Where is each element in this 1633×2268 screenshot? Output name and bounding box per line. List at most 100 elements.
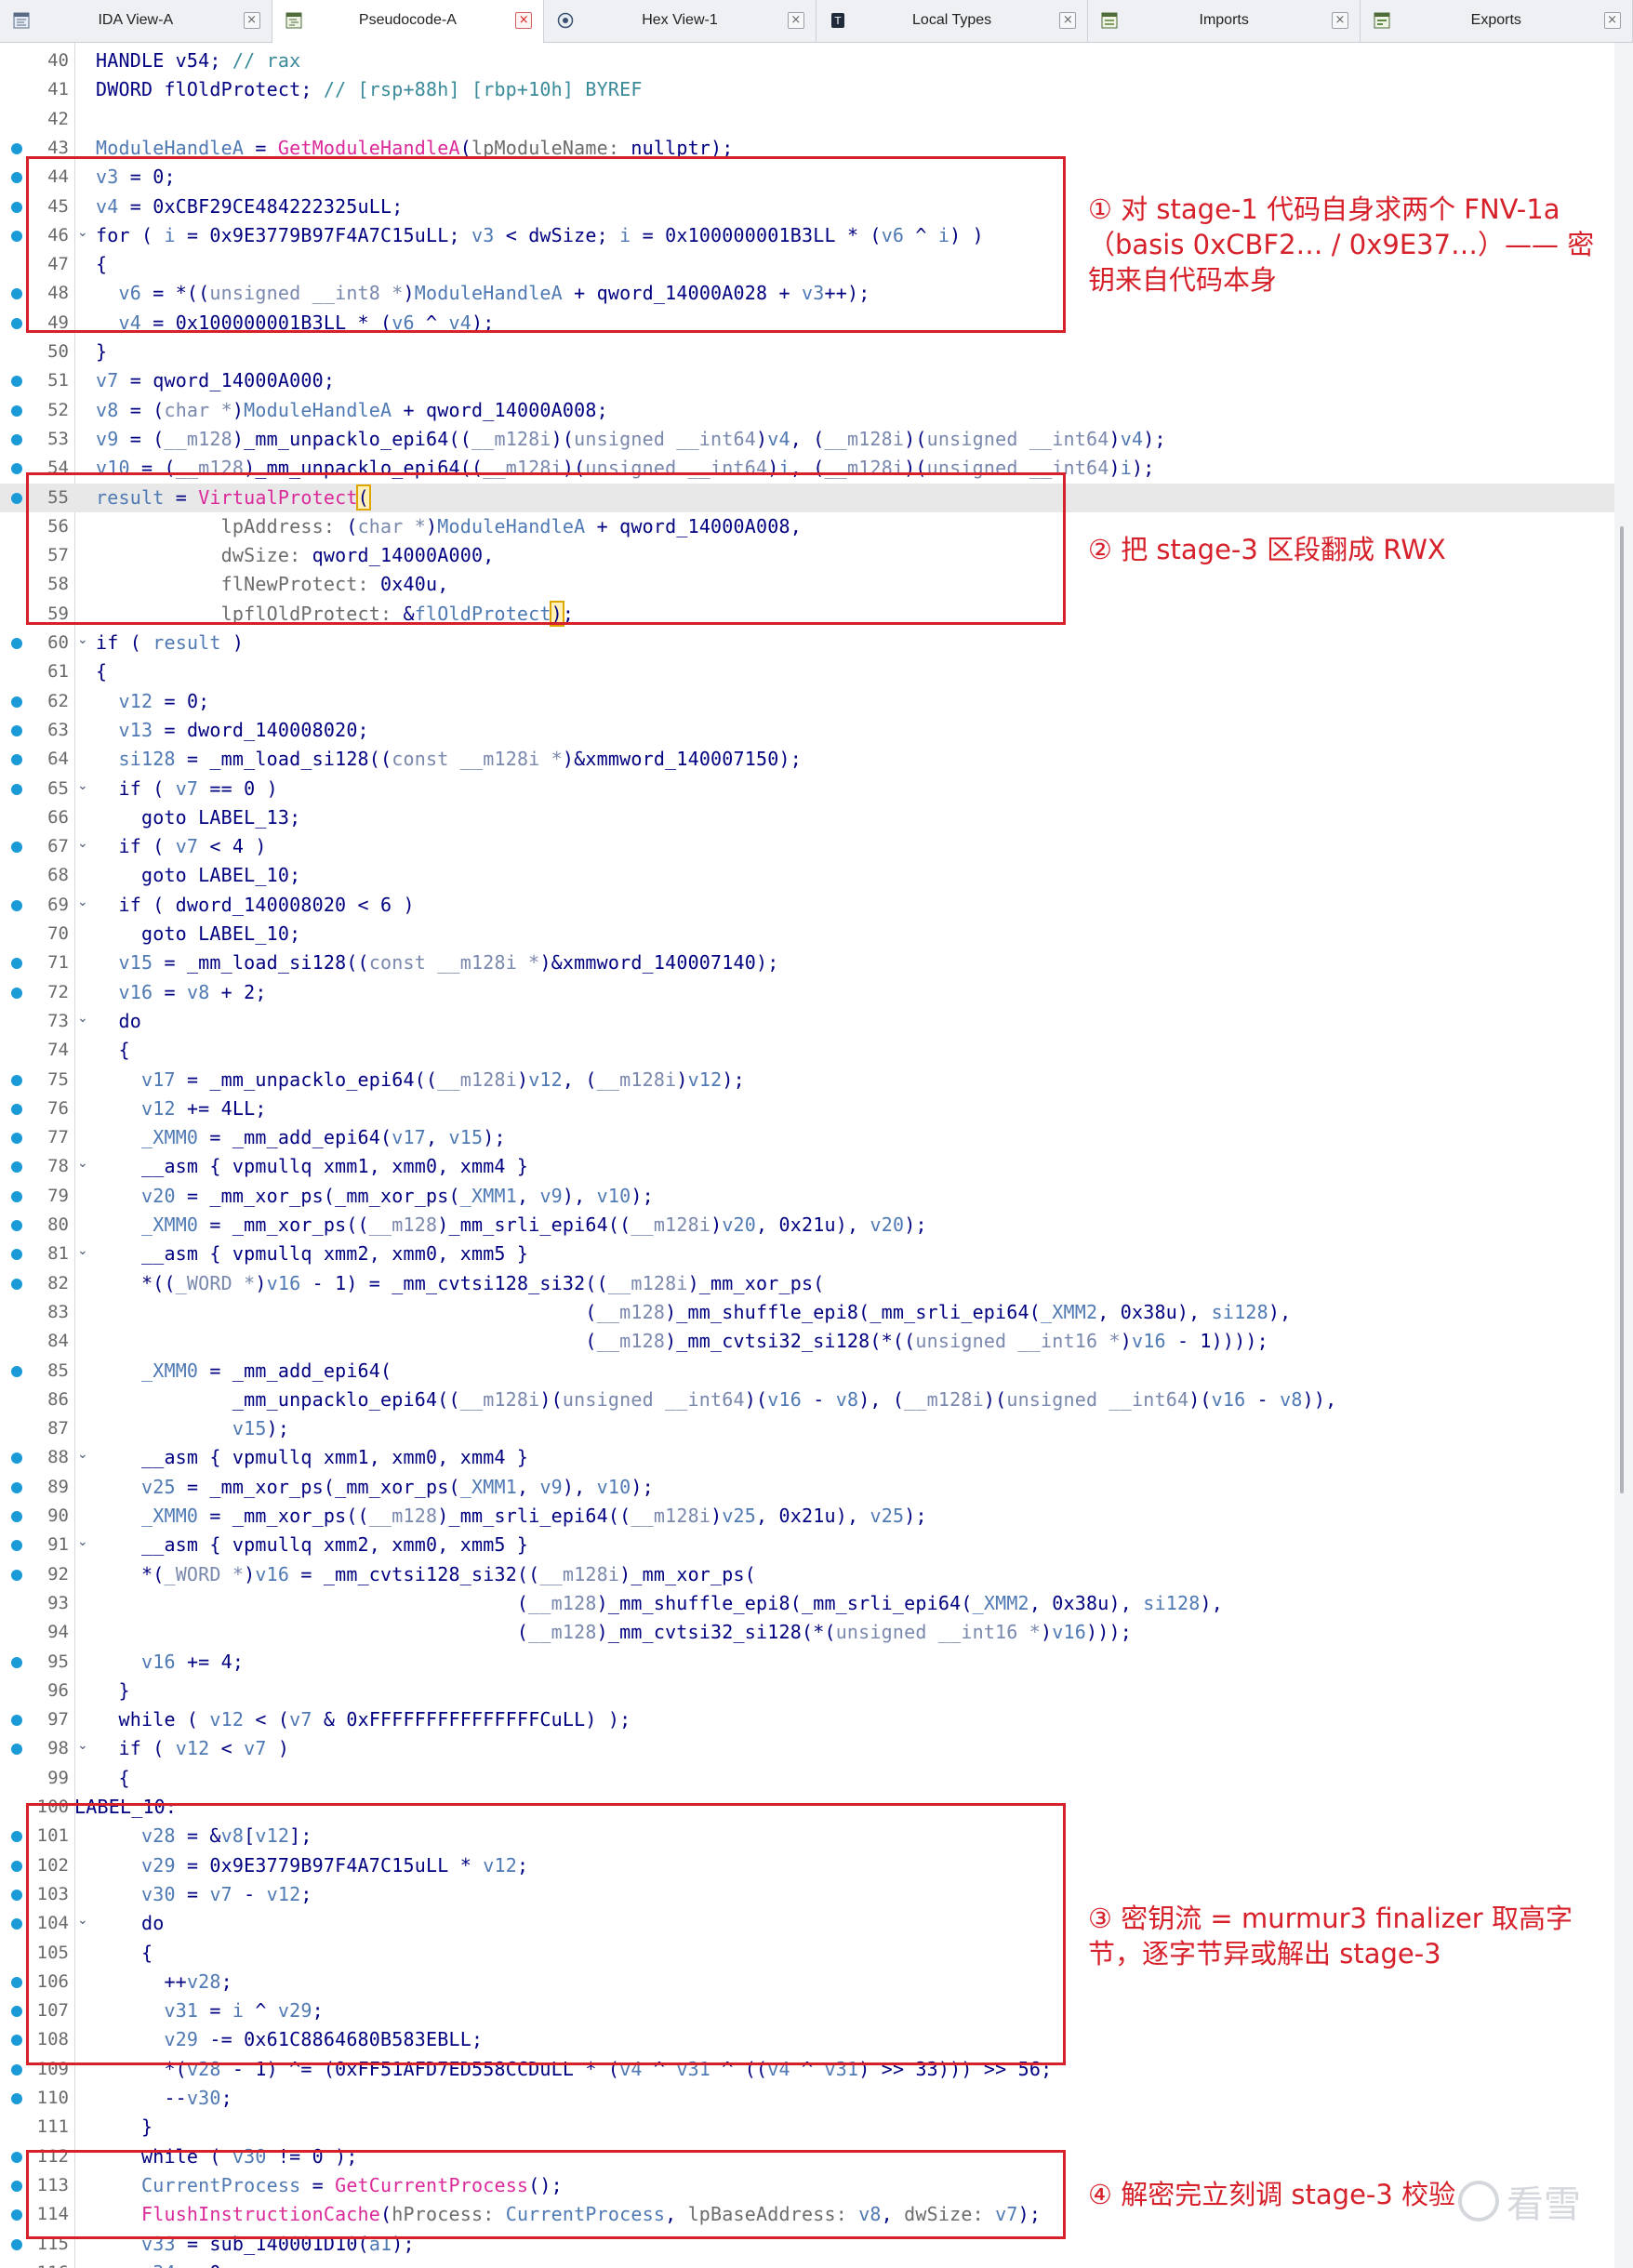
tab-pseudocode-a[interactable]: Pseudocode-A × bbox=[272, 0, 545, 43]
code-text[interactable]: v16 += 4; bbox=[96, 1651, 244, 1673]
code-line[interactable]: 61 { bbox=[0, 657, 1614, 686]
breakpoint-dot-icon[interactable] bbox=[11, 1918, 22, 1930]
breakpoint-dot-icon[interactable] bbox=[11, 1278, 22, 1290]
code-line[interactable]: 51 v7 = qword_14000A000; bbox=[0, 366, 1614, 395]
breakpoint-dot-icon[interactable] bbox=[11, 783, 22, 795]
breakpoint-dot-icon[interactable] bbox=[11, 1744, 22, 1756]
code-line[interactable]: 52 v8 = (char *)ModuleHandleA + qword_140… bbox=[0, 396, 1614, 425]
code-line[interactable]: 69 ⌄ if ( dword_140008020 < 6 ) bbox=[0, 891, 1614, 920]
code-text[interactable]: if ( v7 == 0 ) bbox=[96, 777, 278, 800]
breakpoint-dot-icon[interactable] bbox=[11, 899, 22, 911]
breakpoint-dot-icon[interactable] bbox=[11, 2209, 22, 2222]
code-text[interactable]: { bbox=[96, 1039, 130, 1061]
code-line[interactable]: 41 DWORD flOldProtect; // [rsp+88h] [rbp+… bbox=[0, 75, 1614, 104]
code-text[interactable]: v25 = _mm_xor_ps(_mm_xor_ps(_XMM1, v9), … bbox=[96, 1476, 654, 1498]
breakpoint-dot-icon[interactable] bbox=[11, 1889, 22, 1901]
code-line[interactable]: 62 v12 = 0; bbox=[0, 687, 1614, 716]
tab-local-types[interactable]: T Local Types × bbox=[816, 0, 1089, 43]
code-line[interactable]: 99 { bbox=[0, 1764, 1614, 1793]
vertical-scrollbar[interactable] bbox=[1614, 43, 1633, 2268]
breakpoint-dot-icon[interactable] bbox=[11, 2063, 22, 2076]
code-text[interactable]: --v30; bbox=[96, 2087, 232, 2109]
breakpoint-dot-icon[interactable] bbox=[11, 201, 22, 213]
code-text[interactable]: if ( dword_140008020 < 6 ) bbox=[96, 894, 415, 916]
code-text[interactable]: *((_WORD *)v16 - 1) = _mm_cvtsi128_si32(… bbox=[96, 1272, 824, 1294]
code-text[interactable]: (__m128)_mm_shuffle_epi8(_mm_srli_epi64(… bbox=[96, 1592, 1223, 1614]
code-text[interactable]: *(_WORD *)v16 = _mm_cvtsi128_si32((__m12… bbox=[96, 1563, 756, 1585]
fold-chevron-icon[interactable]: ⌄ bbox=[77, 778, 88, 793]
breakpoint-dot-icon[interactable] bbox=[11, 433, 22, 445]
code-line[interactable]: 60 ⌄ if ( result ) bbox=[0, 629, 1614, 657]
breakpoint-dot-icon[interactable] bbox=[11, 1249, 22, 1261]
code-line[interactable]: 67 ⌄ if ( v7 < 4 ) bbox=[0, 832, 1614, 861]
code-text[interactable]: } bbox=[96, 1679, 130, 1702]
breakpoint-dot-icon[interactable] bbox=[11, 1161, 22, 1174]
tab-hex-view-1[interactable]: Hex View-1 × bbox=[544, 0, 816, 43]
code-text[interactable]: _XMM0 = _mm_xor_ps((__m128)_mm_srli_epi6… bbox=[96, 1505, 927, 1527]
code-text[interactable]: v17 = _mm_unpacklo_epi64((__m128i)v12, (… bbox=[96, 1068, 745, 1091]
breakpoint-dot-icon[interactable] bbox=[11, 288, 22, 300]
breakpoint-dot-icon[interactable] bbox=[11, 172, 22, 184]
breakpoint-dot-icon[interactable] bbox=[11, 1656, 22, 1668]
code-line[interactable]: 73 ⌄ do bbox=[0, 1007, 1614, 1036]
breakpoint-dot-icon[interactable] bbox=[11, 987, 22, 999]
breakpoint-dot-icon[interactable] bbox=[11, 230, 22, 242]
breakpoint-dot-icon[interactable] bbox=[11, 1452, 22, 1465]
fold-chevron-icon[interactable]: ⌄ bbox=[77, 632, 88, 647]
code-text[interactable]: if ( v12 < v7 ) bbox=[96, 1737, 289, 1759]
code-text[interactable]: __asm { vpmullq xmm2, xmm0, xmm5 } bbox=[96, 1242, 528, 1265]
code-line[interactable]: 81 ⌄ __asm { vpmullq xmm2, xmm0, xmm5 } bbox=[0, 1240, 1614, 1268]
code-line[interactable]: 98 ⌄ if ( v12 < v7 ) bbox=[0, 1734, 1614, 1763]
code-line[interactable]: 87 v15); bbox=[0, 1414, 1614, 1443]
code-text[interactable]: _XMM0 = _mm_add_epi64(v17, v15); bbox=[96, 1126, 506, 1148]
code-text[interactable]: v16 = v8 + 2; bbox=[96, 981, 267, 1003]
code-text[interactable]: { bbox=[96, 660, 107, 683]
code-text[interactable]: DWORD flOldProtect; // [rsp+88h] [rbp+10… bbox=[96, 78, 643, 100]
scrollbar-thumb[interactable] bbox=[1620, 526, 1624, 1493]
code-line[interactable]: 74 { bbox=[0, 1036, 1614, 1065]
breakpoint-dot-icon[interactable] bbox=[11, 1976, 22, 1988]
code-text[interactable]: (__m128)_mm_cvtsi32_si128(*(unsigned __i… bbox=[96, 1621, 1132, 1643]
code-line[interactable]: 50} bbox=[0, 338, 1614, 366]
code-line[interactable]: 85 _XMM0 = _mm_add_epi64( bbox=[0, 1357, 1614, 1386]
code-line[interactable]: 89 v25 = _mm_xor_ps(_mm_xor_ps(_XMM1, v9… bbox=[0, 1473, 1614, 1502]
code-text[interactable]: goto LABEL_10; bbox=[96, 922, 300, 945]
breakpoint-dot-icon[interactable] bbox=[11, 463, 22, 475]
code-text[interactable]: v20 = _mm_xor_ps(_mm_xor_ps(_XMM1, v9), … bbox=[96, 1185, 654, 1207]
code-text[interactable]: HANDLE v54; // rax bbox=[96, 49, 300, 72]
code-line[interactable]: 110 --v30; bbox=[0, 2084, 1614, 2113]
code-line[interactable]: 94 (__m128)_mm_cvtsi32_si128(*(unsigned … bbox=[0, 1618, 1614, 1647]
fold-chevron-icon[interactable]: ⌄ bbox=[77, 1534, 88, 1549]
code-text[interactable]: if ( v7 < 4 ) bbox=[96, 835, 267, 857]
breakpoint-dot-icon[interactable] bbox=[11, 1103, 22, 1115]
code-line[interactable]: 75 v17 = _mm_unpacklo_epi64((__m128i)v12… bbox=[0, 1066, 1614, 1094]
code-text[interactable]: si128 = _mm_load_si128((const __m128i *)… bbox=[96, 748, 802, 770]
code-text[interactable]: v9 = (__m128)_mm_unpacklo_epi64((__m128i… bbox=[96, 428, 1166, 450]
fold-chevron-icon[interactable]: ⌄ bbox=[77, 1011, 88, 1026]
code-line[interactable]: 91 ⌄ __asm { vpmullq xmm2, xmm0, xmm5 } bbox=[0, 1531, 1614, 1559]
breakpoint-dot-icon[interactable] bbox=[11, 1133, 22, 1145]
breakpoint-dot-icon[interactable] bbox=[11, 317, 22, 329]
breakpoint-dot-icon[interactable] bbox=[11, 1074, 22, 1086]
code-text[interactable]: { bbox=[96, 1767, 130, 1789]
code-line[interactable]: 88 ⌄ __asm { vpmullq xmm1, xmm0, xmm4 } bbox=[0, 1443, 1614, 1472]
code-line[interactable]: 90 _XMM0 = _mm_xor_ps((__m128)_mm_srli_e… bbox=[0, 1502, 1614, 1531]
breakpoint-dot-icon[interactable] bbox=[11, 492, 22, 504]
code-line[interactable]: 92 *(_WORD *)v16 = _mm_cvtsi128_si32((__… bbox=[0, 1560, 1614, 1589]
code-line[interactable]: 82 *((_WORD *)v16 - 1) = _mm_cvtsi128_si… bbox=[0, 1269, 1614, 1298]
code-line[interactable]: 63 v13 = dword_140008020; bbox=[0, 716, 1614, 745]
close-tab-icon[interactable]: × bbox=[1059, 12, 1077, 29]
breakpoint-dot-icon[interactable] bbox=[11, 1481, 22, 1493]
close-tab-icon[interactable]: × bbox=[1331, 12, 1348, 29]
breakpoint-dot-icon[interactable] bbox=[11, 1511, 22, 1522]
code-text[interactable]: v34 = 0; bbox=[96, 2261, 232, 2268]
fold-chevron-icon[interactable]: ⌄ bbox=[77, 1738, 88, 1753]
code-line[interactable]: 116 v34 = 0; bbox=[0, 2259, 1614, 2268]
code-text[interactable]: v12 += 4LL; bbox=[96, 1097, 267, 1120]
code-line[interactable]: 40 HANDLE v54; // rax bbox=[0, 46, 1614, 75]
breakpoint-dot-icon[interactable] bbox=[11, 142, 22, 154]
breakpoint-dot-icon[interactable] bbox=[11, 2151, 22, 2163]
breakpoint-dot-icon[interactable] bbox=[11, 2093, 22, 2104]
fold-chevron-icon[interactable]: ⌄ bbox=[77, 836, 88, 851]
tab-imports[interactable]: Imports × bbox=[1088, 0, 1361, 43]
